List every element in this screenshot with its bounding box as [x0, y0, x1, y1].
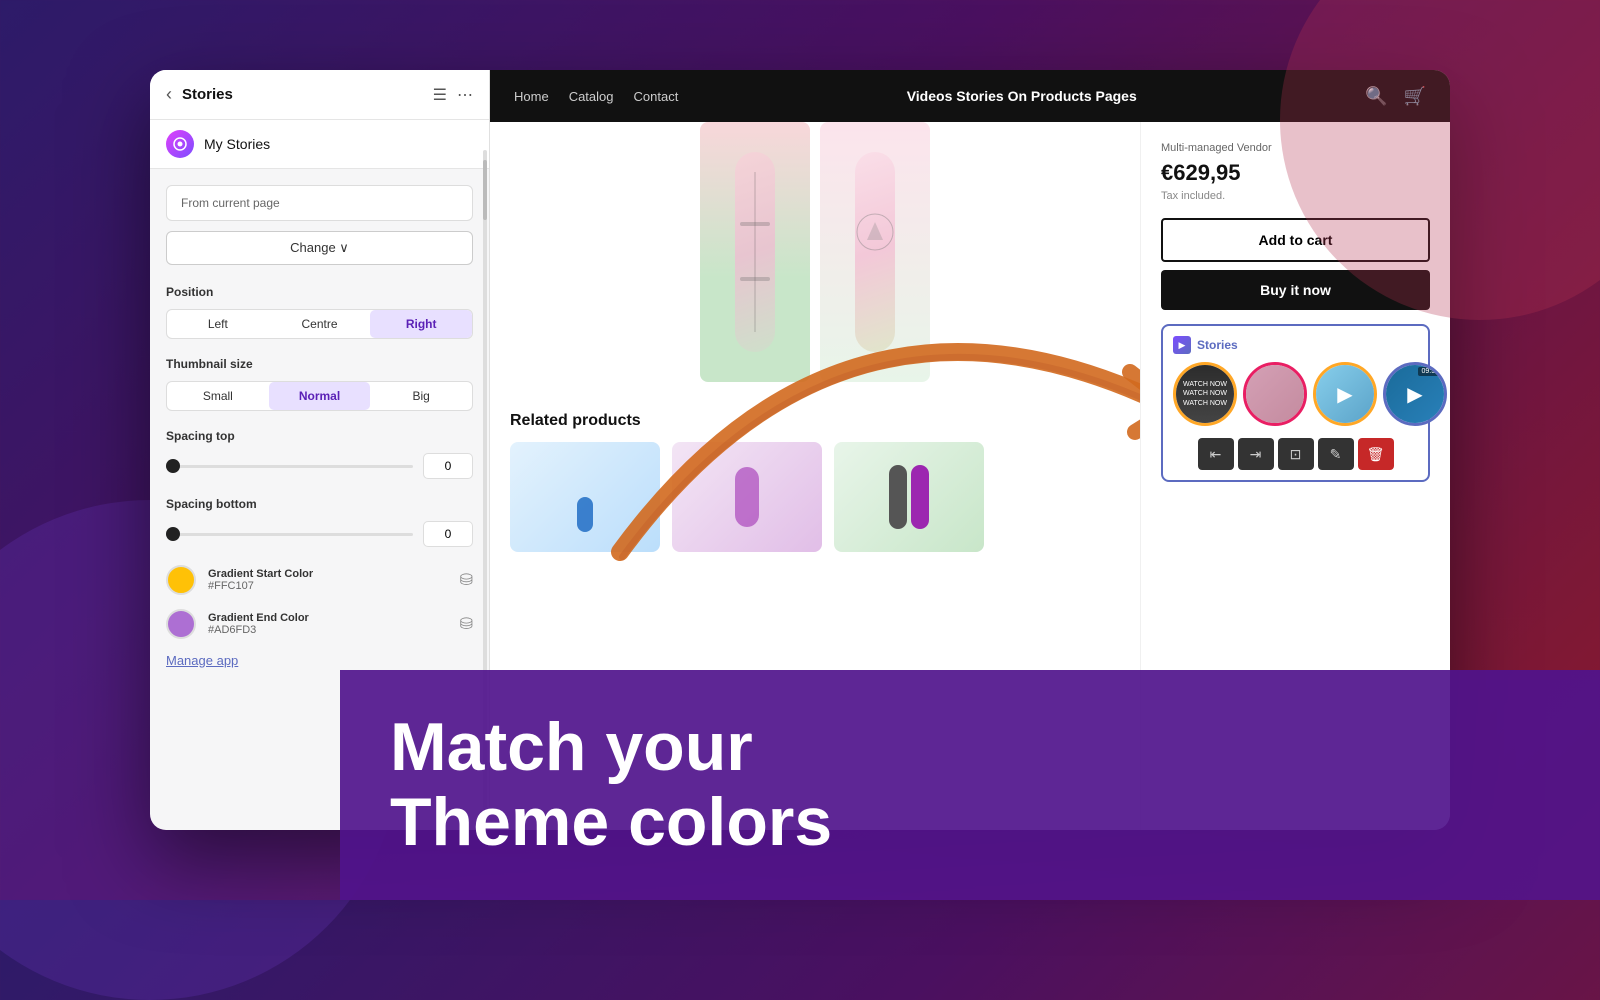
- database-icon[interactable]: ☰: [433, 85, 447, 105]
- nav-contact[interactable]: Contact: [634, 89, 679, 104]
- related-card-2[interactable]: [672, 442, 822, 552]
- tool-edit[interactable]: ✎: [1318, 438, 1354, 470]
- vendor-name: Multi-managed Vendor: [1161, 142, 1430, 154]
- size-big-btn[interactable]: Big: [370, 382, 472, 410]
- my-stories-row[interactable]: My Stories: [150, 120, 489, 169]
- change-button[interactable]: Change ∨: [166, 231, 473, 265]
- related-card-3[interactable]: [834, 442, 984, 552]
- nav-home[interactable]: Home: [514, 89, 549, 104]
- spacing-top-track[interactable]: [166, 465, 413, 468]
- stories-widget: ▶ Stories WATCH NOWWATCH NOWWATCH NOW: [1161, 324, 1430, 482]
- more-options-icon[interactable]: ⋯: [457, 85, 473, 105]
- story-item-4[interactable]: ▶ 09:30: [1383, 362, 1447, 426]
- gradient-end-hex: #AD6FD3: [208, 624, 448, 636]
- gradient-start-db-icon[interactable]: ⛁: [460, 570, 473, 590]
- widget-toolbar: ⇤ ⇥ ⊡ ✎ 🗑: [1173, 438, 1418, 470]
- tool-align-left[interactable]: ⇤: [1198, 438, 1234, 470]
- my-stories-label: My Stories: [204, 136, 270, 152]
- stories-row: WATCH NOWWATCH NOWWATCH NOW ▶: [1173, 362, 1418, 426]
- thumbnail-size-label: Thumbnail size: [166, 357, 473, 371]
- gradient-start-info: Gradient Start Color #FFC107: [208, 568, 448, 592]
- from-current-page-field: From current page: [166, 185, 473, 221]
- spacing-bottom-label: Spacing bottom: [166, 497, 473, 511]
- product-price: €629,95: [1161, 160, 1430, 186]
- store-title: Videos Stories On Products Pages: [678, 88, 1365, 104]
- position-centre-btn[interactable]: Centre: [269, 310, 371, 338]
- related-products-section: Related products: [490, 402, 1140, 562]
- spacing-bottom-row: 0: [166, 521, 473, 547]
- tool-settings[interactable]: ⊡: [1278, 438, 1314, 470]
- spacing-bottom-input[interactable]: 0: [423, 521, 473, 547]
- gradient-end-name: Gradient End Color: [208, 612, 448, 624]
- product-thumb-2: [820, 122, 930, 382]
- stories-widget-title: Stories: [1197, 338, 1238, 352]
- position-left-btn[interactable]: Left: [167, 310, 269, 338]
- nav-catalog[interactable]: Catalog: [569, 89, 614, 104]
- product-thumb-1: [700, 122, 810, 382]
- related-products-grid: [510, 442, 1120, 552]
- panel-header-icons: ☰ ⋯: [433, 85, 473, 105]
- story-item-1[interactable]: WATCH NOWWATCH NOWWATCH NOW: [1173, 362, 1237, 426]
- stories-widget-icon: ▶: [1173, 336, 1191, 354]
- cart-icon[interactable]: 🛒: [1404, 86, 1426, 107]
- spacing-top-label: Spacing top: [166, 429, 473, 443]
- size-small-btn[interactable]: Small: [167, 382, 269, 410]
- position-toggle-group: Left Centre Right: [166, 309, 473, 339]
- big-text-overlay: Match your Theme colors: [340, 670, 1600, 900]
- store-navbar: Home Catalog Contact Videos Stories On P…: [490, 70, 1450, 122]
- spacing-bottom-track[interactable]: [166, 533, 413, 536]
- search-icon[interactable]: 🔍: [1365, 86, 1387, 107]
- position-right-btn[interactable]: Right: [370, 310, 472, 338]
- story-item-2[interactable]: [1243, 362, 1307, 426]
- thumbnail-size-toggle-group: Small Normal Big: [166, 381, 473, 411]
- add-to-cart-button[interactable]: Add to cart: [1161, 218, 1430, 262]
- position-label: Position: [166, 285, 473, 299]
- store-nav-links: Home Catalog Contact: [514, 89, 678, 104]
- related-products-title: Related products: [510, 412, 1120, 430]
- big-text-line2: Theme colors: [390, 785, 1550, 860]
- gradient-end-swatch[interactable]: [166, 609, 196, 639]
- big-text-line1: Match your: [390, 710, 1550, 785]
- gradient-start-hex: #FFC107: [208, 580, 448, 592]
- related-card-1[interactable]: [510, 442, 660, 552]
- spacing-bottom-thumb[interactable]: [166, 527, 180, 541]
- size-normal-btn[interactable]: Normal: [269, 382, 371, 410]
- spacing-top-input[interactable]: 0: [423, 453, 473, 479]
- gradient-start-row: Gradient Start Color #FFC107 ⛁: [166, 565, 473, 595]
- panel-title: Stories: [182, 86, 423, 103]
- spacing-top-thumb[interactable]: [166, 459, 180, 473]
- product-thumbnails: [490, 122, 1140, 402]
- store-nav-actions: 🔍 🛒: [1365, 86, 1426, 107]
- gradient-end-row: Gradient End Color #AD6FD3 ⛁: [166, 609, 473, 639]
- story-time: 09:30: [1418, 367, 1442, 376]
- stories-app-icon: [166, 130, 194, 158]
- stories-widget-header: ▶ Stories: [1173, 336, 1418, 354]
- gradient-start-swatch[interactable]: [166, 565, 196, 595]
- gradient-end-db-icon[interactable]: ⛁: [460, 614, 473, 634]
- back-button[interactable]: ‹: [166, 84, 172, 105]
- panel-header: ‹ Stories ☰ ⋯: [150, 70, 489, 120]
- panel-scrollbar-thumb[interactable]: [483, 160, 487, 220]
- tool-delete[interactable]: 🗑: [1358, 438, 1394, 470]
- gradient-end-info: Gradient End Color #AD6FD3: [208, 612, 448, 636]
- tax-included: Tax included.: [1161, 190, 1430, 202]
- manage-app-link[interactable]: Manage app: [166, 653, 473, 668]
- spacing-top-row: 0: [166, 453, 473, 479]
- story-item-3[interactable]: ▶: [1313, 362, 1377, 426]
- gradient-start-name: Gradient Start Color: [208, 568, 448, 580]
- tool-align-right[interactable]: ⇥: [1238, 438, 1274, 470]
- buy-now-button[interactable]: Buy it now: [1161, 270, 1430, 310]
